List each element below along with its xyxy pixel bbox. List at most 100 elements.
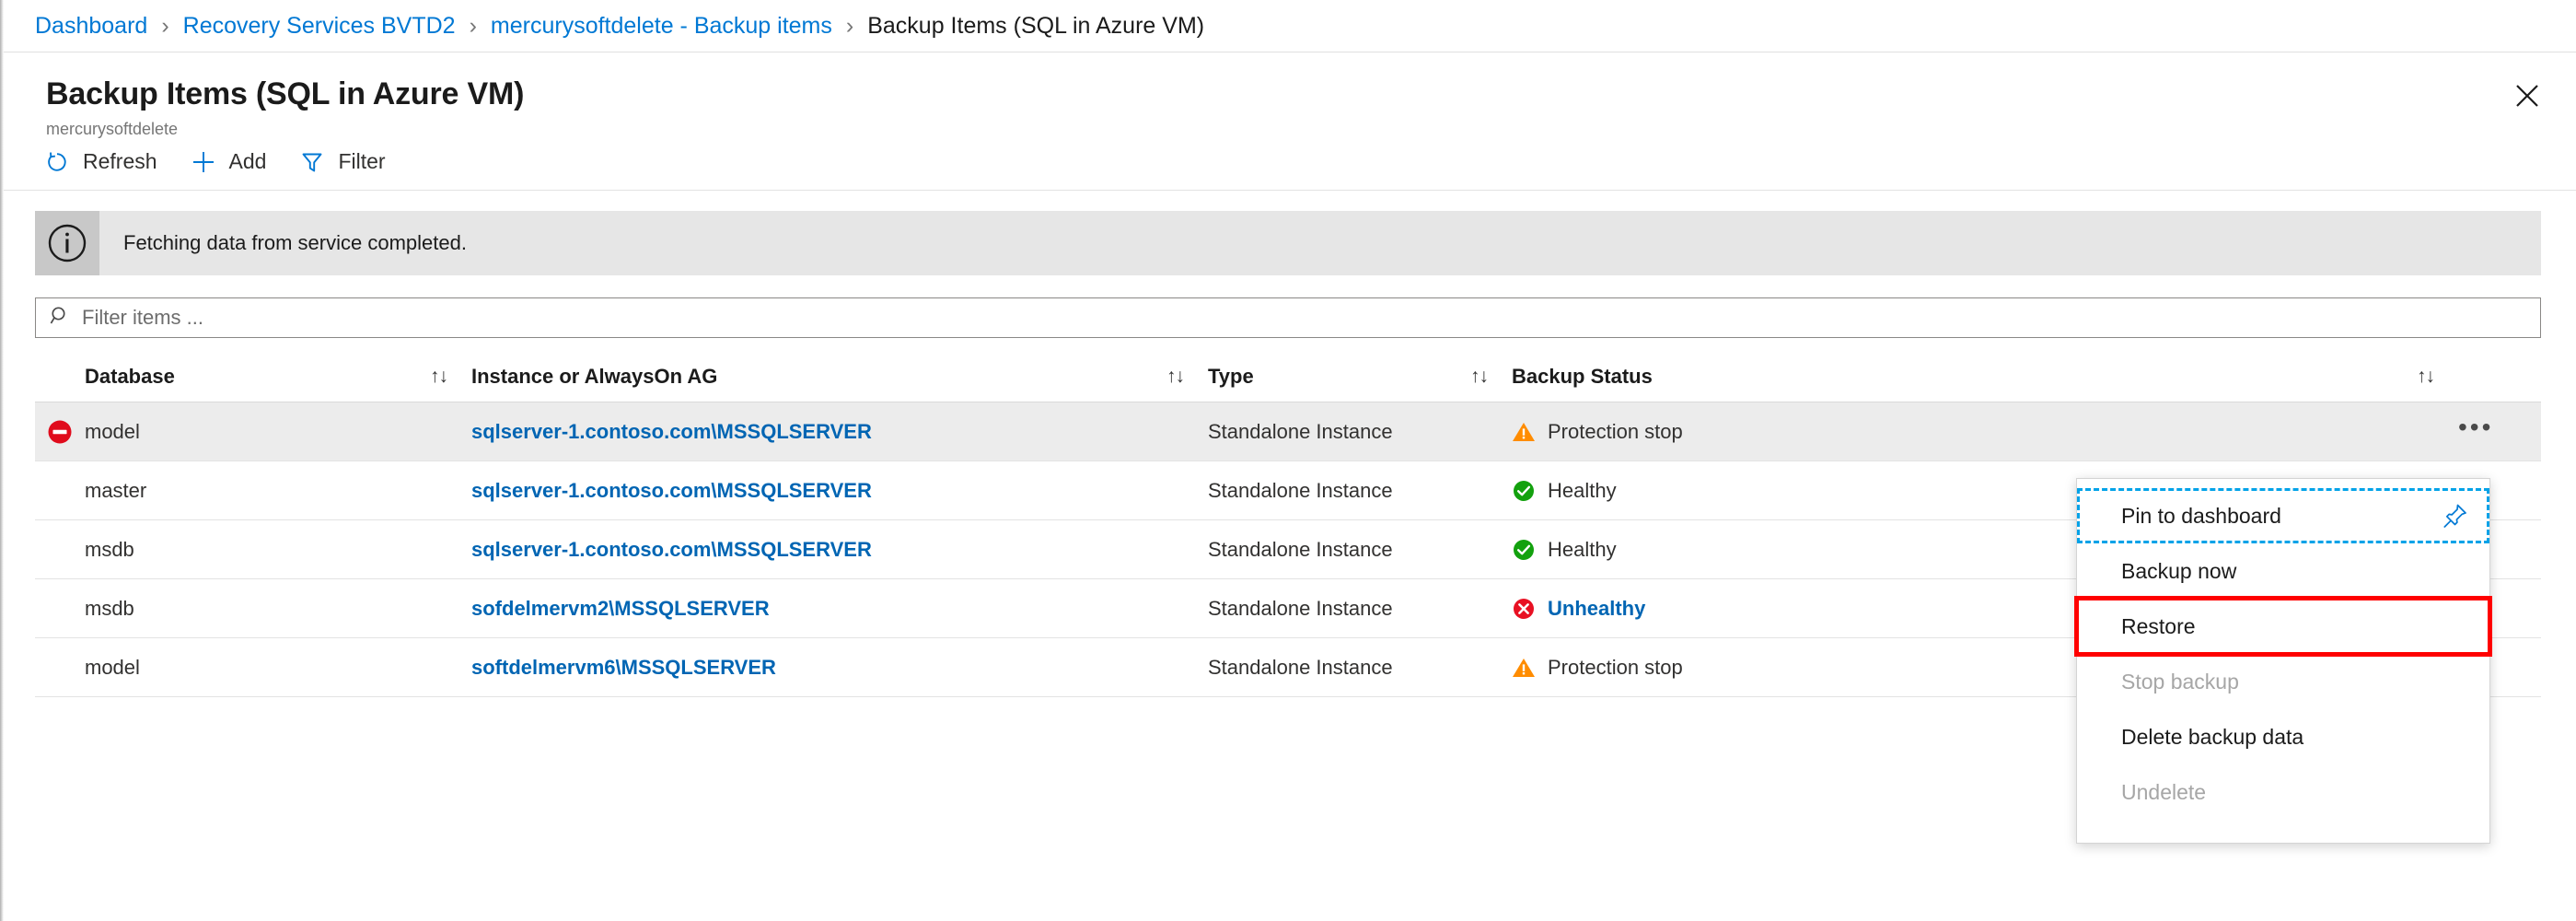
instance-link[interactable]: sqlserver-1.contoso.com\MSSQLSERVER <box>471 479 872 503</box>
cell-database-text: msdb <box>85 597 134 621</box>
cell-instance[interactable]: sofdelmervm2\MSSQLSERVER <box>471 597 1208 621</box>
column-header-instance[interactable]: Instance or AlwaysOn AG ↑↓ <box>471 365 1208 389</box>
context-menu-item-label: Delete backup data <box>2121 725 2303 750</box>
context-menu-item-label: Undelete <box>2121 780 2206 805</box>
command-bar: Refresh Add Filter <box>0 134 2576 191</box>
close-button[interactable] <box>2506 75 2548 117</box>
info-icon <box>35 211 99 275</box>
sort-icon-database[interactable]: ↑↓ <box>430 366 447 388</box>
status-banner-message: Fetching data from service completed. <box>99 211 467 275</box>
breadcrumb-item-current: Backup Items (SQL in Azure VM) <box>867 13 1204 40</box>
status-badge: Unhealthy <box>1512 597 1645 621</box>
refresh-button[interactable]: Refresh <box>31 140 178 184</box>
column-header-backup-status[interactable]: Backup Status ↑↓ <box>1512 365 2458 389</box>
column-header-backup-status-label: Backup Status <box>1512 365 1653 389</box>
context-menu-item-label: Restore <box>2121 614 2196 639</box>
status-badge: Healthy <box>1512 538 1617 562</box>
context-menu-items: Pin to dashboard Backup now Restore Stop ba… <box>2077 488 2489 820</box>
filter-button-label: Filter <box>338 149 385 174</box>
cell-type-text: Standalone Instance <box>1208 656 1393 680</box>
filter-button[interactable]: Filter <box>286 140 405 184</box>
page-subtitle: mercurysoftdelete <box>46 120 2576 139</box>
status-banner-wrapper: Fetching data from service completed. <box>0 191 2576 275</box>
status-text: Healthy <box>1548 538 1617 562</box>
status-banner: Fetching data from service completed. <box>35 211 2541 275</box>
table-row[interactable]: modelsqlserver-1.contoso.com\MSSQLSERVER… <box>35 402 2541 461</box>
context-menu-item-backup-now[interactable]: Backup now <box>2077 543 2489 599</box>
status-text[interactable]: Unhealthy <box>1548 597 1645 621</box>
cell-backup-status: Protection stop <box>1512 420 2458 444</box>
context-menu-item-pin-to-dashboard[interactable]: Pin to dashboard <box>2077 488 2489 543</box>
cell-instance[interactable]: sqlserver-1.contoso.com\MSSQLSERVER <box>471 479 1208 503</box>
table-header-row: Database ↑↓ Instance or AlwaysOn AG ↑↓ T… <box>35 351 2541 402</box>
blade-header: Backup Items (SQL in Azure VM) mercuryso… <box>0 52 2576 134</box>
cell-database: msdb <box>85 538 471 562</box>
cell-type: Standalone Instance <box>1208 597 1512 621</box>
breadcrumb-separator-icon: › <box>846 15 853 38</box>
refresh-button-label: Refresh <box>83 149 157 174</box>
context-menu: Pin to dashboard Backup now Restore Stop ba… <box>2076 478 2490 844</box>
cell-instance[interactable]: sqlserver-1.contoso.com\MSSQLSERVER <box>471 420 1208 444</box>
row-context-menu-button[interactable]: ••• <box>2458 423 2493 441</box>
cell-instance[interactable]: sqlserver-1.contoso.com\MSSQLSERVER <box>471 538 1208 562</box>
search-input[interactable] <box>82 306 2540 330</box>
instance-link[interactable]: sqlserver-1.contoso.com\MSSQLSERVER <box>471 420 872 444</box>
search-icon <box>49 305 71 332</box>
breadcrumb-separator-icon: › <box>470 15 477 38</box>
add-button-label: Add <box>229 149 267 174</box>
row-menu-cell[interactable]: ••• <box>2458 423 2541 441</box>
warning-icon <box>1512 657 1536 679</box>
search-box[interactable] <box>35 297 2541 338</box>
page-title: Backup Items (SQL in Azure VM) <box>46 76 2576 112</box>
sort-icon-instance[interactable]: ↑↓ <box>1166 366 1184 388</box>
cell-database: msdb <box>85 597 471 621</box>
cell-type: Standalone Instance <box>1208 420 1512 444</box>
context-menu-item-label: Pin to dashboard <box>2121 504 2281 529</box>
status-badge: Protection stop <box>1512 420 1683 444</box>
breadcrumb: Dashboard › Recovery Services BVTD2 › me… <box>0 0 2576 52</box>
filter-input-wrapper <box>0 275 2576 338</box>
instance-link[interactable]: sqlserver-1.contoso.com\MSSQLSERVER <box>471 538 872 562</box>
breadcrumb-item-dashboard[interactable]: Dashboard <box>35 13 147 40</box>
blade-left-rail <box>0 0 4 921</box>
sort-icon-type[interactable]: ↑↓ <box>1470 366 1488 388</box>
column-header-type-label: Type <box>1208 365 1254 389</box>
cell-database-text: msdb <box>85 538 134 562</box>
cell-database-text: model <box>85 656 140 680</box>
funnel-icon <box>299 149 325 175</box>
plus-icon <box>191 149 216 175</box>
row-state-icon <box>35 418 85 446</box>
status-text: Healthy <box>1548 479 1617 503</box>
context-menu-item-label: Backup now <box>2121 559 2236 584</box>
context-menu-item-undelete: Undelete <box>2077 764 2489 820</box>
column-header-instance-label: Instance or AlwaysOn AG <box>471 365 717 389</box>
success-icon <box>1512 538 1536 562</box>
cell-database-text: master <box>85 479 146 503</box>
column-header-type[interactable]: Type ↑↓ <box>1208 365 1512 389</box>
status-badge: Healthy <box>1512 479 1617 503</box>
cell-type: Standalone Instance <box>1208 656 1512 680</box>
cell-type-text: Standalone Instance <box>1208 420 1393 444</box>
cell-instance[interactable]: softdelmervm6\MSSQLSERVER <box>471 656 1208 680</box>
breadcrumb-item-recovery-services[interactable]: Recovery Services BVTD2 <box>183 13 456 40</box>
instance-link[interactable]: sofdelmervm2\MSSQLSERVER <box>471 597 770 621</box>
column-header-database[interactable]: Database ↑↓ <box>85 365 471 389</box>
refresh-icon <box>44 149 70 175</box>
close-icon <box>2513 82 2541 110</box>
status-text: Protection stop <box>1548 420 1683 444</box>
success-icon <box>1512 479 1536 503</box>
instance-link[interactable]: softdelmervm6\MSSQLSERVER <box>471 656 776 680</box>
context-menu-item-stop-backup: Stop backup <box>2077 654 2489 709</box>
cell-type-text: Standalone Instance <box>1208 597 1393 621</box>
error-icon <box>1512 597 1536 621</box>
sort-icon-backup-status[interactable]: ↑↓ <box>2417 366 2434 388</box>
context-menu-item-delete-backup-data[interactable]: Delete backup data <box>2077 709 2489 764</box>
cell-type-text: Standalone Instance <box>1208 538 1393 562</box>
cell-type: Standalone Instance <box>1208 479 1512 503</box>
azure-portal-blade: Dashboard › Recovery Services BVTD2 › me… <box>0 0 2576 921</box>
breadcrumb-item-backup-items[interactable]: mercurysoftdelete - Backup items <box>491 13 832 40</box>
column-header-database-label: Database <box>85 365 175 389</box>
add-button[interactable]: Add <box>178 140 287 184</box>
context-menu-item-restore[interactable]: Restore <box>2077 599 2489 654</box>
cell-type-text: Standalone Instance <box>1208 479 1393 503</box>
